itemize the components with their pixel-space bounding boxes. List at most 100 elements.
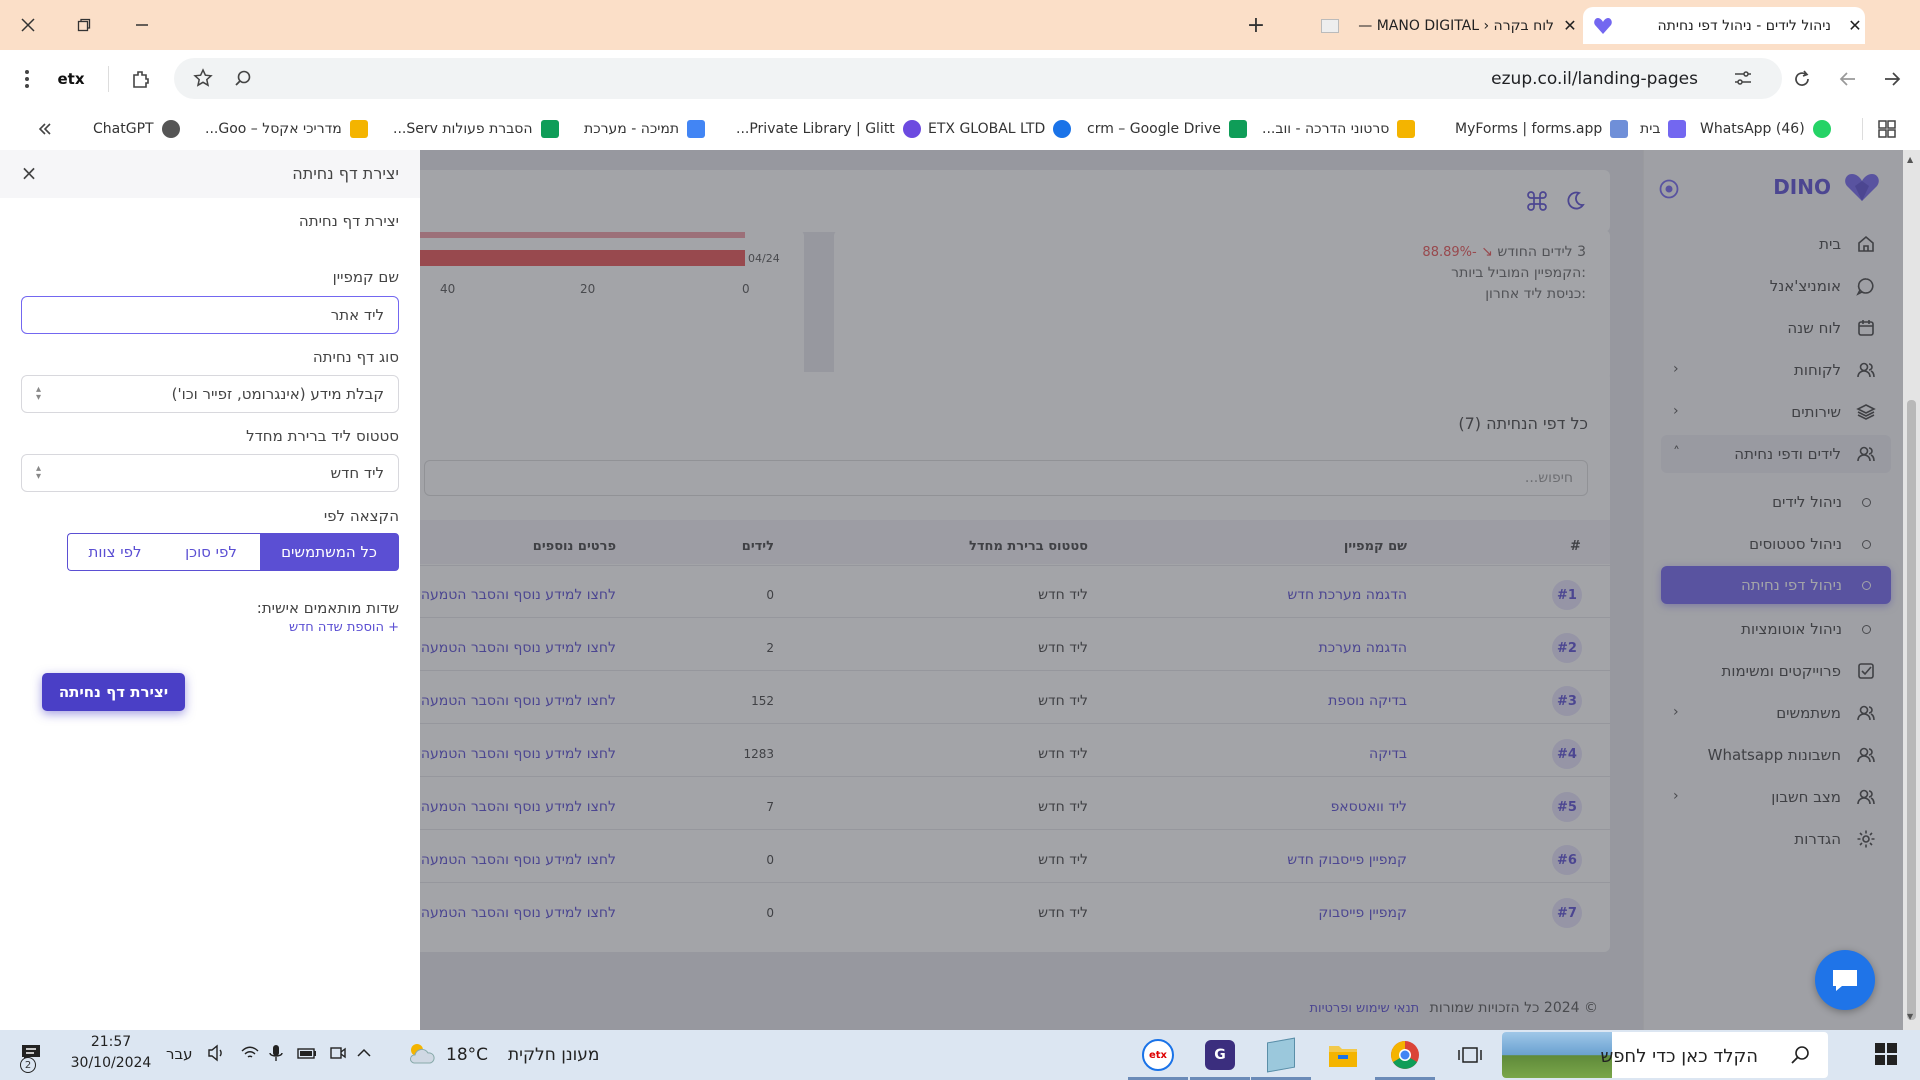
zoom-icon[interactable]: [228, 63, 258, 93]
bookmark-label: ETX GLOBAL LTD: [928, 121, 1046, 137]
chrome-icon[interactable]: [1387, 1037, 1423, 1073]
windows-taskbar: 2 21:57 30/10/2024 עבר 18°C מעונן חלקית …: [0, 1030, 1920, 1080]
custom-fields-label: שדות מותאמים אישית:: [256, 599, 399, 617]
site-settings-icon[interactable]: [1728, 63, 1758, 93]
bookmark-item[interactable]: Private Library | Glitt...: [736, 117, 921, 141]
landing-type-select[interactable]: קבלת מידע (אינגרומט, זפייר וכו') ▴ ▾: [21, 375, 399, 413]
chat-bubble-icon: [1833, 970, 1857, 991]
extensions-icon[interactable]: [126, 64, 156, 94]
scroll-thumb[interactable]: [1907, 400, 1916, 1020]
campaign-name-value: ליד אתר: [330, 306, 384, 324]
select-arrows-icon: ▴ ▾: [36, 463, 42, 482]
calendar-favicon-icon: [687, 120, 706, 138]
weather-icon[interactable]: [406, 1039, 436, 1069]
dino-favicon-icon: [1668, 120, 1687, 138]
bookmark-star-icon[interactable]: [188, 63, 218, 93]
add-field-link[interactable]: + הוספת שדה חדש: [289, 620, 399, 635]
back-icon[interactable]: [1877, 64, 1907, 94]
bookmark-item[interactable]: crm – Google Drive: [1087, 117, 1247, 141]
drive-favicon-icon: [1228, 120, 1247, 138]
campaign-name-input[interactable]: ליד אתר: [21, 296, 399, 334]
address-bar[interactable]: ezup.co.il/landing-pages: [174, 58, 1782, 99]
bookmark-item[interactable]: MyForms | forms.app: [1455, 117, 1629, 141]
meet-now-icon[interactable]: [328, 1043, 348, 1063]
bookmark-label: Private Library | Glitt...: [736, 121, 895, 137]
toolbar-divider: [108, 66, 109, 92]
forms-favicon-icon: [1610, 120, 1629, 138]
taskbar-app-glitter-icon[interactable]: G: [1202, 1037, 1238, 1073]
bookmark-label: (46) WhatsApp: [1700, 121, 1805, 137]
tab-title: לוח בקרה ‹ MANO DIGITAL —: [1358, 17, 1554, 34]
bookmark-item[interactable]: הסברת פעולות Serv...: [393, 117, 559, 141]
window-restore-icon[interactable]: [70, 11, 98, 39]
taskbar-app-etx-icon[interactable]: etx: [1140, 1037, 1176, 1073]
tab-close-icon[interactable]: ✕: [1560, 16, 1580, 36]
bookmark-item[interactable]: (46) WhatsApp: [1700, 117, 1831, 141]
bookmark-item[interactable]: סרטוני הדרכה - ווב...: [1262, 117, 1416, 141]
bookmark-item[interactable]: תמיכה - מערכת: [584, 117, 706, 141]
assign-all-users-button[interactable]: כל המשתמשים: [259, 533, 399, 571]
tray-overflow-icon[interactable]: [356, 1043, 372, 1063]
battery-icon[interactable]: [296, 1043, 318, 1063]
create-landing-page-drawer: יצירת דף נחיתה × יצירת דף נחיתה שם קמפיי…: [0, 150, 420, 1030]
taskbar-app-notes-icon[interactable]: [1263, 1037, 1299, 1073]
campaign-name-label: שם קמפיין: [332, 268, 399, 286]
file-explorer-icon[interactable]: [1325, 1037, 1361, 1073]
temperature[interactable]: 18°C: [446, 1045, 488, 1065]
chat-support-button[interactable]: [1815, 950, 1875, 1010]
clock-time[interactable]: 21:57: [66, 1034, 156, 1050]
create-landing-page-button[interactable]: יצירת דף נחיתה: [42, 673, 185, 711]
dino-favicon-icon: [1593, 17, 1613, 35]
bookmark-item[interactable]: בית: [1640, 117, 1687, 141]
search-placeholder: הקלד כאן כדי לחפש: [1600, 1046, 1758, 1067]
microphone-icon[interactable]: [268, 1043, 284, 1063]
whatsapp-favicon-icon: [1812, 120, 1831, 138]
clock-date[interactable]: 30/10/2024: [66, 1055, 156, 1071]
volume-icon[interactable]: [206, 1043, 226, 1063]
window-close-icon[interactable]: [14, 11, 42, 39]
assign-label: הקצאה לפי: [323, 507, 399, 525]
scroll-up-icon[interactable]: ▲: [1907, 155, 1913, 164]
language-indicator[interactable]: עבר: [166, 1045, 193, 1063]
search-icon: [1790, 1045, 1810, 1065]
weather-condition[interactable]: מעונן חלקית: [508, 1045, 599, 1065]
notification-count: 2: [20, 1057, 36, 1073]
browser-toolbar: etx ezup.co.il/landing-pages: [0, 50, 1920, 108]
bookmarks-overflow-icon[interactable]: [30, 114, 60, 144]
assign-by-team-button[interactable]: לפי צוות: [67, 533, 162, 571]
windows-start-icon[interactable]: [1875, 1043, 1897, 1065]
bookmark-label: ChatGPT: [93, 121, 154, 137]
new-tab-button[interactable]: +: [1242, 11, 1270, 39]
default-status-select[interactable]: ליד חדש ▴ ▾: [21, 454, 399, 492]
bookmark-label: הסברת פעולות Serv...: [393, 121, 533, 137]
tab-close-icon[interactable]: ✕: [1845, 16, 1865, 36]
etx-extension-icon[interactable]: etx: [56, 64, 86, 94]
drive-favicon-icon: [540, 120, 559, 138]
wifi-icon[interactable]: [240, 1043, 260, 1063]
bookmark-label: בית: [1640, 121, 1661, 137]
browser-tab[interactable]: ✕ לוח בקרה ‹ MANO DIGITAL —: [1290, 7, 1580, 44]
modal-backdrop[interactable]: [420, 150, 1903, 1030]
bookmark-item[interactable]: מדריכי אקסל – Goo...: [205, 117, 368, 141]
all-bookmarks-icon[interactable]: [1872, 114, 1902, 144]
default-status-label: סטטוס ליד ברירת מחדל: [246, 427, 399, 445]
window-minimize-icon[interactable]: [128, 11, 156, 39]
bookmark-label: crm – Google Drive: [1087, 121, 1221, 137]
bookmark-item[interactable]: ChatGPT: [93, 117, 180, 141]
forward-icon[interactable]: [1833, 64, 1863, 94]
bookmarks-divider: [1862, 118, 1863, 140]
reload-icon[interactable]: [1787, 64, 1817, 94]
taskbar-search-input[interactable]: הקלד כאן כדי לחפש: [1502, 1032, 1828, 1078]
close-icon[interactable]: ×: [18, 161, 40, 185]
task-view-icon[interactable]: [1452, 1037, 1488, 1073]
menu-dots-icon[interactable]: [12, 64, 42, 94]
drawer-subtitle: יצירת דף נחיתה: [298, 212, 399, 230]
bookmark-item[interactable]: ETX GLOBAL LTD: [928, 117, 1072, 141]
bookmark-favicon-icon: [161, 120, 180, 138]
bookmarks-bar: ChatGPT מדריכי אקסל – Goo... הסברת פעולו…: [0, 108, 1920, 150]
scroll-down-icon[interactable]: ▼: [1907, 1012, 1913, 1021]
assign-by-agent-button[interactable]: לפי סוכן: [161, 533, 260, 571]
drawer-title: יצירת דף נחיתה: [292, 164, 399, 183]
browser-tab-active[interactable]: ✕ ניהול לידים - ניהול דפי נחיתה: [1583, 7, 1865, 44]
page-scrollbar[interactable]: ▲ ▼: [1903, 150, 1920, 1030]
